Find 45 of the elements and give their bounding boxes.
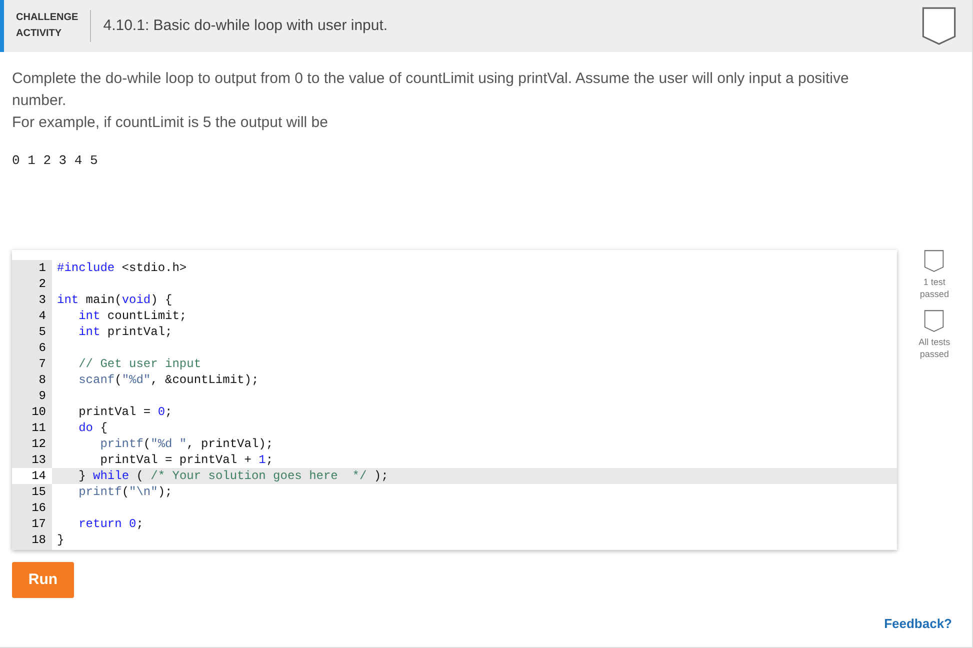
example-output: 0 1 2 3 4 5 [12,152,99,170]
line-number: 2 [12,276,52,292]
code-line: // Get user input [78,356,202,372]
activity-title: 4.10.1: Basic do-while loop with user input. [103,16,388,36]
line-number: 3 [12,292,52,308]
code-line: do { [78,420,108,436]
test-status-label: passed [920,288,949,300]
line-number: 11 [12,420,52,436]
line-number: 18 [12,532,52,548]
code-line: scanf("%d", &countLimit); [78,372,259,388]
test-status-label: All tests [918,336,950,348]
instruction-text: Complete the do-while loop to output from 0 to the value of countLimit using printVal. Assume the user will only input a positive number. [12,69,850,111]
line-number: 14 [12,468,52,484]
line-number: 5 [12,324,52,340]
code-line: printf("\n"); [78,484,172,500]
feedback-link[interactable]: Feedback? [884,614,952,633]
line-number: 16 [12,500,52,516]
code-line: printf("%d ", printVal); [99,436,274,452]
line-number: 6 [12,340,52,356]
code-editor[interactable] [12,250,897,550]
activity-label: ACTIVITY [16,27,63,41]
line-number: 4 [12,308,52,324]
code-line: printVal = 0; [78,404,172,420]
code-line: int printVal; [78,324,172,340]
code-line: int main(void) { [56,292,172,308]
instruction-text: For example, if countLimit is 5 the output will be [12,113,329,133]
activity-label: CHALLENGE [16,11,78,25]
run-button[interactable]: Run [12,562,74,598]
line-number: 7 [12,356,52,372]
line-number: 8 [12,372,52,388]
code-line: #include <stdio.h> [56,260,187,276]
line-number: 1 [12,260,52,276]
code-line: return 0; [78,516,144,532]
line-number: 12 [12,436,52,452]
line-number: 9 [12,388,52,404]
line-number: 17 [12,516,52,532]
code-line: } while ( /* Your solution goes here */ ); [78,468,388,484]
test-status-label: passed [920,348,949,360]
code-line: int countLimit; [78,308,187,324]
line-number: 15 [12,484,52,500]
test-status-label: 1 test [923,276,946,288]
code-line: } [56,532,64,548]
line-number: 10 [12,404,52,420]
line-number: 13 [12,452,52,468]
code-line: printVal = printVal + 1; [99,452,274,468]
